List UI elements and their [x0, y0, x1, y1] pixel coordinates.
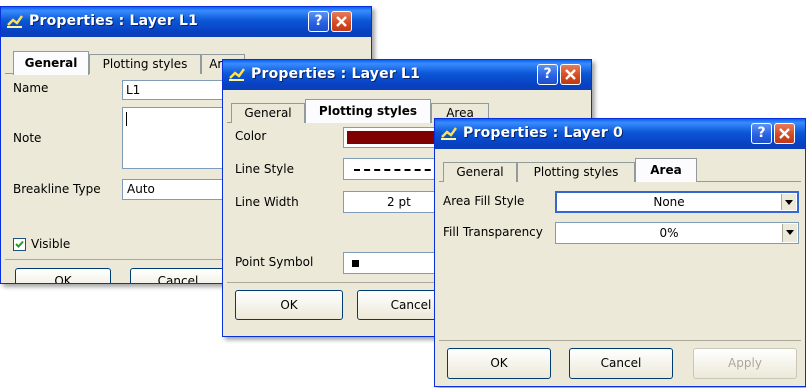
title-bar[interactable]: Properties : Layer L1 ? [223, 60, 591, 90]
note-label: Note [13, 131, 42, 145]
tab-area[interactable]: Area [635, 158, 697, 182]
dropdown-button[interactable] [781, 194, 796, 210]
cancel-button[interactable]: Cancel [130, 268, 226, 283]
layer-icon [229, 68, 245, 81]
window-title: Properties : Layer 0 [463, 125, 623, 141]
help-button[interactable]: ? [308, 11, 329, 32]
area-fill-style-select[interactable]: None [555, 191, 799, 213]
point-symbol-label: Point Symbol [235, 255, 314, 269]
close-button[interactable] [331, 11, 352, 32]
chevron-down-icon [785, 200, 793, 205]
title-bar[interactable]: Properties : Layer L1 ? [1, 7, 371, 37]
breakline-type-label: Breakline Type [13, 182, 101, 196]
check-icon [15, 240, 24, 248]
line-width-label: Line Width [235, 195, 299, 209]
tab-plotting-styles[interactable]: Plotting styles [89, 54, 201, 74]
dialog-layer-0-area: Properties : Layer 0 ? General Plotting … [434, 118, 806, 387]
dropdown-button[interactable] [782, 224, 797, 242]
help-icon: ? [543, 66, 552, 82]
window-title: Properties : Layer L1 [251, 66, 421, 82]
tab-general[interactable]: General [443, 162, 517, 182]
apply-button[interactable]: Apply [693, 348, 797, 379]
help-icon: ? [314, 13, 323, 29]
tab-general[interactable]: General [231, 103, 305, 123]
layer-icon [7, 15, 23, 28]
tab-plotting-styles[interactable]: Plotting styles [517, 162, 635, 182]
line-style-label: Line Style [235, 162, 294, 176]
fill-transparency-label: Fill Transparency [443, 225, 543, 239]
text-cursor [126, 112, 127, 126]
color-label: Color [235, 129, 267, 143]
visible-checkbox[interactable] [13, 238, 26, 251]
ok-button[interactable]: OK [447, 348, 551, 379]
ok-button[interactable]: OK [15, 268, 111, 283]
close-icon [565, 69, 576, 80]
tab-plotting-styles[interactable]: Plotting styles [305, 99, 431, 123]
title-bar[interactable]: Properties : Layer 0 ? [435, 119, 805, 149]
close-icon [336, 16, 347, 27]
area-fill-style-label: Area Fill Style [443, 194, 525, 208]
fill-transparency-select[interactable]: 0% [555, 222, 799, 244]
chevron-down-icon [786, 230, 794, 235]
close-icon [779, 128, 790, 139]
ok-button[interactable]: OK [235, 290, 343, 320]
window-title: Properties : Layer L1 [29, 13, 199, 29]
tab-general[interactable]: General [13, 51, 89, 75]
cancel-button[interactable]: Cancel [569, 348, 673, 379]
close-button[interactable] [560, 64, 581, 85]
layer-icon [441, 127, 457, 140]
visible-label: Visible [31, 237, 71, 251]
help-icon: ? [757, 125, 766, 141]
close-button[interactable] [774, 123, 795, 144]
button-area-divider [439, 340, 801, 341]
name-label: Name [13, 81, 49, 95]
square-symbol-icon [352, 260, 359, 267]
help-button[interactable]: ? [537, 64, 558, 85]
help-button[interactable]: ? [751, 123, 772, 144]
